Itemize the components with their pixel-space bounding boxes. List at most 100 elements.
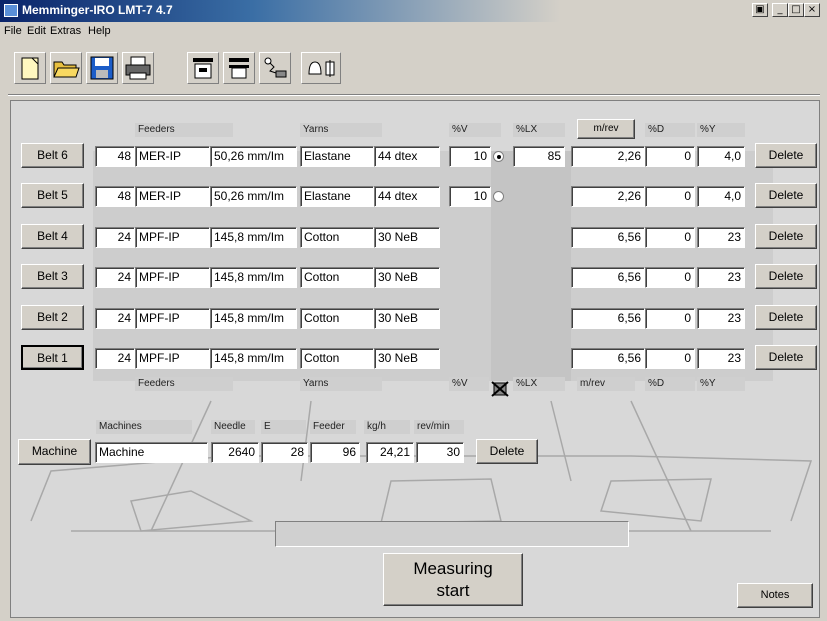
feeder-type-field[interactable]: MPF-IP <box>135 348 210 369</box>
revmin-field[interactable]: 30 <box>416 442 464 463</box>
restore-icon[interactable]: ▣ <box>752 3 768 17</box>
yarn-type-field[interactable]: Elastane <box>300 146 374 167</box>
belt-button[interactable]: Belt 6 <box>21 143 84 168</box>
feeder-type-field[interactable]: MPF-IP <box>135 308 210 329</box>
print-icon[interactable] <box>122 52 154 84</box>
m-rev-field[interactable]: 6,56 <box>571 348 645 369</box>
delete-button[interactable]: Delete <box>755 305 817 330</box>
machine-delete-button[interactable]: Delete <box>476 439 538 464</box>
m-rev-field[interactable]: 6,56 <box>571 267 645 288</box>
belt-button[interactable]: Belt 1 <box>21 345 84 370</box>
feeder-type-field[interactable]: MPF-IP <box>135 267 210 288</box>
notes-button[interactable]: Notes <box>737 583 813 608</box>
feeder-count-field[interactable]: 96 <box>310 442 360 463</box>
machine-name-field[interactable]: Machine <box>95 442 208 463</box>
feeder-speed-field[interactable]: 145,8 mm/Im <box>210 308 297 329</box>
yarn-count-field[interactable]: 30 NeB <box>374 348 440 369</box>
feeders-footer: Feeders <box>135 377 233 391</box>
open-folder-icon[interactable] <box>50 52 82 84</box>
sensor-off-icon[interactable] <box>491 381 509 397</box>
delete-button[interactable]: Delete <box>755 345 817 370</box>
revmin-header: rev/min <box>414 420 464 434</box>
belt-count-field[interactable]: 48 <box>95 146 135 167</box>
feeder-speed-field[interactable]: 145,8 mm/Im <box>210 348 297 369</box>
yarn-count-field[interactable]: 44 dtex <box>374 186 440 207</box>
belt-count-field[interactable]: 24 <box>95 348 135 369</box>
feeder-speed-field[interactable]: 50,26 mm/Im <box>210 146 297 167</box>
pct-y-field[interactable]: 23 <box>697 348 745 369</box>
pct-y-field[interactable]: 23 <box>697 267 745 288</box>
feeder-speed-field[interactable]: 145,8 mm/Im <box>210 227 297 248</box>
belt-count-field[interactable]: 48 <box>95 186 135 207</box>
feeder-speed-field[interactable]: 50,26 mm/Im <box>210 186 297 207</box>
e-field[interactable]: 28 <box>261 442 308 463</box>
pct-d-field[interactable]: 0 <box>645 348 695 369</box>
pct-lx-field[interactable]: 85 <box>513 146 565 167</box>
yarn-count-field[interactable]: 30 NeB <box>374 227 440 248</box>
machine-button[interactable]: Machine <box>18 439 91 465</box>
machine-print-icon[interactable] <box>223 52 255 84</box>
lx-radio[interactable] <box>493 191 504 202</box>
pct-y-field[interactable]: 4,0 <box>697 186 745 207</box>
yarn-count-field[interactable]: 30 NeB <box>374 267 440 288</box>
menu-extras[interactable]: Extras <box>50 25 81 37</box>
belt-button[interactable]: Belt 5 <box>21 183 84 208</box>
yarn-type-field[interactable]: Cotton <box>300 227 374 248</box>
feeder-speed-field[interactable]: 145,8 mm/Im <box>210 267 297 288</box>
minimize-button[interactable]: _ <box>772 3 788 17</box>
belt-button[interactable]: Belt 3 <box>21 264 84 289</box>
belt-count-field[interactable]: 24 <box>95 308 135 329</box>
feeder-type-field[interactable]: MPF-IP <box>135 227 210 248</box>
menu-edit[interactable]: Edit <box>27 25 46 37</box>
belt-count-field[interactable]: 24 <box>95 267 135 288</box>
yarn-type-field[interactable]: Elastane <box>300 186 374 207</box>
m-rev-field[interactable]: 2,26 <box>571 146 645 167</box>
pct-y-field[interactable]: 23 <box>697 227 745 248</box>
lx-radio[interactable] <box>493 151 504 162</box>
m-rev-field[interactable]: 6,56 <box>571 308 645 329</box>
save-disk-icon[interactable] <box>86 52 118 84</box>
app-icon <box>4 4 18 17</box>
pct-y-field[interactable]: 23 <box>697 308 745 329</box>
belt-button[interactable]: Belt 4 <box>21 224 84 249</box>
feeder-type-field[interactable]: MER-IP <box>135 146 210 167</box>
measuring-start-button[interactable]: Measuring start <box>383 553 523 606</box>
pct-d-field[interactable]: 0 <box>645 308 695 329</box>
delete-button[interactable]: Delete <box>755 224 817 249</box>
pct-d-field[interactable]: 0 <box>645 227 695 248</box>
yarn-type-field[interactable]: Cotton <box>300 308 374 329</box>
m-rev-field[interactable]: 6,56 <box>571 227 645 248</box>
pct-v-footer: %V <box>449 377 489 391</box>
pct-d-field[interactable]: 0 <box>645 267 695 288</box>
yarn-count-field[interactable]: 44 dtex <box>374 146 440 167</box>
yarn-type-field[interactable]: Cotton <box>300 348 374 369</box>
kgh-field[interactable]: 24,21 <box>366 442 414 463</box>
m-rev-button[interactable]: m/rev <box>577 119 635 139</box>
menu-file[interactable]: File <box>4 25 22 37</box>
delete-button[interactable]: Delete <box>755 183 817 208</box>
pct-d-field[interactable]: 0 <box>645 146 695 167</box>
bell-sensor-icon[interactable] <box>301 52 341 84</box>
yarns-header: Yarns <box>300 123 382 137</box>
e-header: E <box>261 420 306 434</box>
pct-d-field[interactable]: 0 <box>645 186 695 207</box>
belt-button[interactable]: Belt 2 <box>21 305 84 330</box>
needle-field[interactable]: 2640 <box>211 442 259 463</box>
machine-settings-icon[interactable] <box>187 52 219 84</box>
close-button[interactable]: × <box>804 3 820 17</box>
delete-button[interactable]: Delete <box>755 143 817 168</box>
feeder-type-field[interactable]: MER-IP <box>135 186 210 207</box>
pct-v-field[interactable]: 10 <box>449 186 491 207</box>
new-file-icon[interactable] <box>14 52 46 84</box>
delete-button[interactable]: Delete <box>755 264 817 289</box>
belt-count-field[interactable]: 24 <box>95 227 135 248</box>
pct-y-field[interactable]: 4,0 <box>697 146 745 167</box>
pct-v-field[interactable]: 10 <box>449 146 491 167</box>
m-rev-field[interactable]: 2,26 <box>571 186 645 207</box>
menu-help[interactable]: Help <box>88 25 111 37</box>
wiring-icon[interactable] <box>259 52 291 84</box>
yarn-count-field[interactable]: 30 NeB <box>374 308 440 329</box>
yarn-type-field[interactable]: Cotton <box>300 267 374 288</box>
yarns-footer: Yarns <box>300 377 382 391</box>
maximize-button[interactable]: □ <box>788 3 804 17</box>
